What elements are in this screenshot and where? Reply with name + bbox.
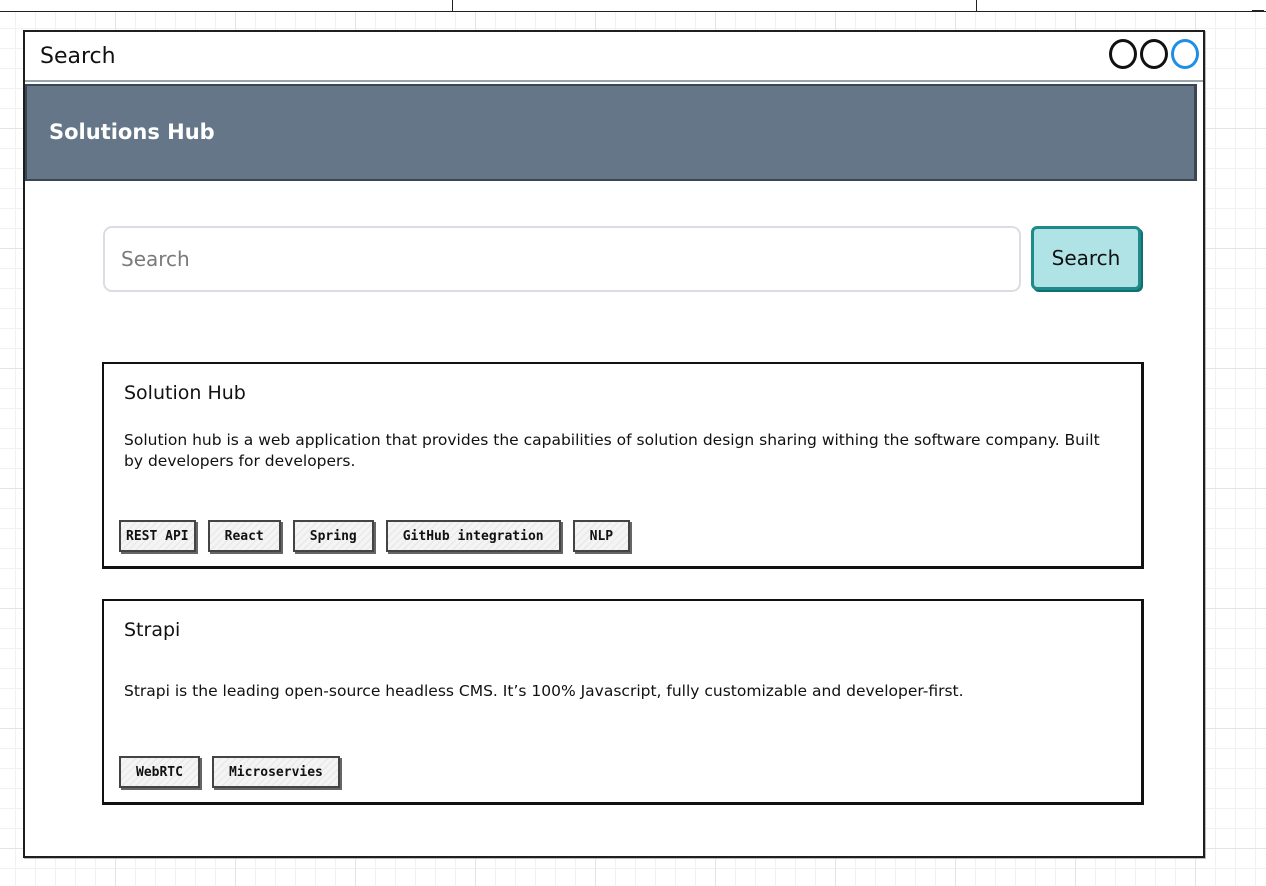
tag-spring[interactable]: Spring <box>292 520 374 552</box>
browser-window: Search Solutions Hub Search Solution Hub… <box>23 30 1205 858</box>
result-description: Solution hub is a web application that p… <box>124 431 1100 470</box>
tag-github-integration[interactable]: GitHub integration <box>385 520 561 552</box>
ruler-divider <box>976 0 977 12</box>
app-title: Solutions Hub <box>49 120 215 144</box>
search-input[interactable] <box>103 226 1021 292</box>
tag-rest-api[interactable]: REST API <box>119 520 196 552</box>
window-controls <box>1109 39 1199 73</box>
app-header: Solutions Hub <box>25 84 1197 181</box>
result-card[interactable]: Strapi Strapi is the leading open-source… <box>102 599 1144 805</box>
result-title: Solution Hub <box>124 382 246 404</box>
close-button[interactable] <box>1171 39 1199 69</box>
tag-webrtc[interactable]: WebRTC <box>119 756 200 788</box>
search-button[interactable]: Search <box>1031 226 1141 290</box>
tag-microservies[interactable]: Microservies <box>211 756 340 788</box>
result-title: Strapi <box>124 619 181 641</box>
tag-react[interactable]: React <box>207 520 281 552</box>
result-description: Strapi is the leading open-source headle… <box>124 682 964 700</box>
window-titlebar: Search <box>25 32 1203 82</box>
ruler-corner-handle <box>1252 1 1264 12</box>
tag-list: WebRTC Microservies <box>119 756 340 788</box>
ruler-divider <box>452 0 453 12</box>
result-card[interactable]: Solution Hub Solution hub is a web appli… <box>102 362 1144 569</box>
tag-list: REST API React Spring GitHub integration… <box>119 520 631 552</box>
tag-nlp[interactable]: NLP <box>572 520 631 552</box>
window-title: Search <box>40 44 116 69</box>
minimize-button[interactable] <box>1109 39 1137 69</box>
maximize-button[interactable] <box>1140 39 1168 69</box>
editor-ruler <box>0 0 1266 12</box>
